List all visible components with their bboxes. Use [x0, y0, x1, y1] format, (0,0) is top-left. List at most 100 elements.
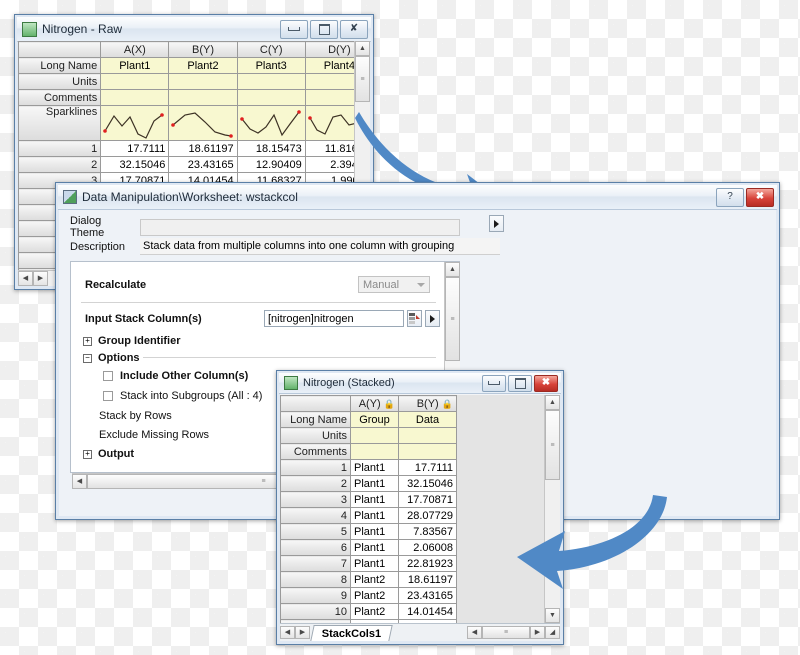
dialog-theme-input[interactable] [140, 218, 460, 236]
comments-d[interactable] [304, 89, 355, 106]
column-header-b[interactable]: B(Y) [168, 41, 238, 58]
units-c[interactable] [236, 73, 306, 90]
cell-group[interactable]: Plant2 [350, 587, 399, 604]
cell-b[interactable]: 18.61197 [168, 140, 238, 157]
close-icon[interactable]: ✖ [746, 187, 774, 207]
hscroll-thumb[interactable]: ≡ [482, 626, 530, 639]
table-row[interactable]: 5 Plant1 7.83567 [280, 523, 457, 540]
hscroll-left-icon[interactable]: ◀ [467, 626, 482, 639]
longname-d[interactable]: Plant4 [304, 57, 355, 74]
comments-a[interactable] [100, 89, 170, 106]
column-header-b[interactable]: B(Y) 🔒 [398, 395, 457, 412]
group-identifier-row[interactable]: + Group Identifier [83, 335, 181, 347]
cell-data[interactable]: 22.81923 [398, 555, 457, 572]
expand-icon[interactable]: + [83, 449, 92, 459]
column-header-d[interactable]: D(Y) [304, 41, 355, 58]
sheet-tab-stackcols1[interactable]: StackCols1 [310, 624, 394, 641]
expand-icon[interactable]: + [83, 336, 92, 346]
close-icon[interactable]: ✖ [534, 374, 558, 392]
units-d[interactable] [304, 73, 355, 90]
longname-group[interactable]: Group [350, 411, 399, 428]
dialog-theme-dropdown-button[interactable] [489, 215, 504, 232]
table-row[interactable]: 1 Plant1 17.7111 [280, 459, 457, 476]
cell-a[interactable]: 17.7111 [100, 140, 170, 157]
sparkline-d[interactable] [304, 105, 355, 141]
cell-data[interactable]: 18.61197 [398, 571, 457, 588]
scroll-up-icon[interactable]: ▲ [445, 262, 460, 277]
cell-data[interactable]: 17.7111 [398, 459, 457, 476]
cell-group[interactable]: Plant2 [350, 571, 399, 588]
include-other-columns-row[interactable]: Include Other Column(s) [103, 370, 248, 382]
cell-group[interactable]: Plant1 [350, 555, 399, 572]
comments-group[interactable] [350, 443, 399, 460]
cell-data[interactable]: 2.06008 [398, 539, 457, 556]
cell-group[interactable]: Plant1 [350, 539, 399, 556]
output-row[interactable]: + Output [83, 448, 134, 460]
table-row[interactable]: 4 Plant1 28.07729 [280, 507, 457, 524]
cell-data[interactable]: 7.83567 [398, 523, 457, 540]
cell-group[interactable]: Plant1 [350, 523, 399, 540]
longname-c[interactable]: Plant3 [236, 57, 306, 74]
table-row[interactable]: 2 32.15046 23.43165 12.90409 2.39438 [18, 156, 355, 173]
comments-data[interactable] [398, 443, 457, 460]
table-row[interactable]: 8 Plant2 18.61197 [280, 571, 457, 588]
longname-data[interactable]: Data [398, 411, 457, 428]
table-row[interactable]: 3 Plant1 17.70871 [280, 491, 457, 508]
cell-group[interactable]: Plant1 [350, 475, 399, 492]
nitrogen-stacked-window[interactable]: Nitrogen (Stacked) ✖ A(Y) 🔒 B(Y) 🔒 Long … [276, 370, 564, 645]
cell-data[interactable]: 23.43165 [398, 587, 457, 604]
sparkline-a[interactable] [100, 105, 170, 141]
sheet-tab-bar[interactable]: ◀ ▶ StackCols1 ◀ ≡ ▶ ◢ [280, 623, 560, 641]
input-stack-column-dropdown[interactable] [425, 310, 440, 327]
table-row[interactable]: 6 Plant1 2.06008 [280, 539, 457, 556]
cell-a[interactable]: 32.15046 [100, 156, 170, 173]
scroll-left-icon[interactable]: ◀ [18, 271, 33, 286]
cell-c[interactable]: 18.15473 [236, 140, 306, 157]
column-header-c[interactable]: C(Y) [236, 41, 306, 58]
column-header-a[interactable]: A(X) [100, 41, 170, 58]
comments-b[interactable] [168, 89, 238, 106]
input-stack-column-field[interactable]: [nitrogen]nitrogen [264, 310, 404, 327]
cell-b[interactable]: 23.43165 [168, 156, 238, 173]
sparkline-b[interactable] [168, 105, 238, 141]
options-row[interactable]: − Options [83, 352, 140, 364]
stacked-vertical-scrollbar[interactable]: ▲ ≡ ▼ [544, 395, 560, 623]
scroll-left-icon[interactable]: ◀ [72, 474, 87, 489]
units-data[interactable] [398, 427, 457, 444]
column-header-a[interactable]: A(Y) 🔒 [350, 395, 399, 412]
scroll-thumb[interactable]: ≡ [545, 410, 560, 480]
stack-into-subgroups-checkbox[interactable] [103, 391, 113, 401]
minimize-icon[interactable] [482, 374, 506, 392]
resize-grip-icon[interactable]: ◢ [545, 626, 560, 639]
table-row[interactable]: 7 Plant1 22.81923 [280, 555, 457, 572]
units-b[interactable] [168, 73, 238, 90]
cell-group[interactable]: Plant1 [350, 507, 399, 524]
scroll-down-icon[interactable]: ▼ [545, 608, 560, 623]
stack-into-subgroups-row[interactable]: Stack into Subgroups (All : 4) [103, 390, 262, 402]
cell-data[interactable]: 14.01454 [398, 603, 457, 620]
table-row[interactable]: 1 17.7111 18.61197 18.15473 11.81661 [18, 140, 355, 157]
maximize-icon[interactable] [310, 19, 338, 39]
scroll-right-icon[interactable]: ▶ [33, 271, 48, 286]
dialog-titlebar[interactable]: Data Manipulation\Worksheet: wstackcol ?… [58, 185, 777, 210]
recalculate-select[interactable]: Manual [358, 276, 430, 293]
longname-b[interactable]: Plant2 [168, 57, 238, 74]
scroll-thumb[interactable]: ≡ [355, 56, 370, 102]
cell-group[interactable]: Plant1 [350, 459, 399, 476]
scroll-up-icon[interactable]: ▲ [355, 41, 370, 56]
cell-c[interactable]: 12.90409 [236, 156, 306, 173]
tab-scroll-right-icon[interactable]: ▶ [295, 626, 310, 639]
help-icon[interactable]: ? [716, 187, 744, 207]
comments-c[interactable] [236, 89, 306, 106]
stacked-table[interactable]: A(Y) 🔒 B(Y) 🔒 Long Name Group Data Units [280, 395, 457, 623]
cell-data[interactable]: 28.07729 [398, 507, 457, 524]
sparkline-c[interactable] [236, 105, 306, 141]
cell-group[interactable]: Plant2 [350, 603, 399, 620]
cell-d[interactable]: 2.39438 [304, 156, 355, 173]
table-row[interactable]: 2 Plant1 32.15046 [280, 475, 457, 492]
collapse-icon[interactable]: − [83, 353, 92, 363]
cell-d[interactable]: 11.81661 [304, 140, 355, 157]
column-picker-icon[interactable] [407, 310, 422, 327]
raw-titlebar[interactable]: Nitrogen - Raw ✘ [17, 17, 371, 42]
stacked-worksheet-grid[interactable]: A(Y) 🔒 B(Y) 🔒 Long Name Group Data Units [280, 395, 545, 623]
